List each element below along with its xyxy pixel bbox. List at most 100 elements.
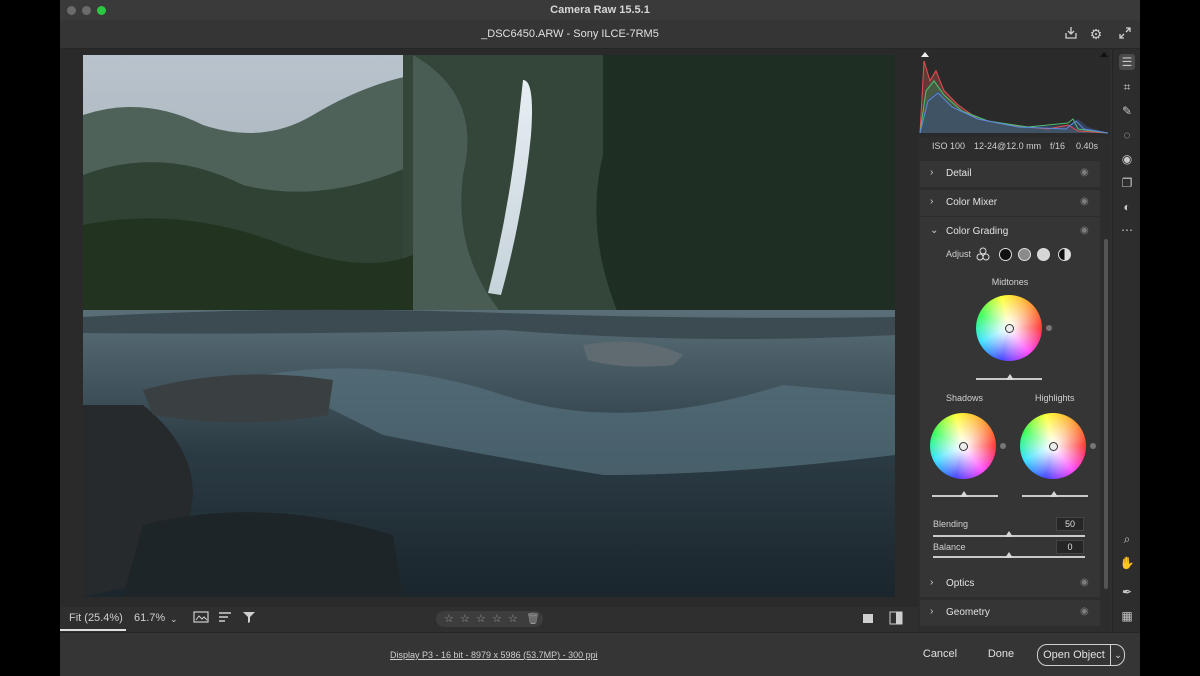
image-viewer[interactable] bbox=[60, 49, 918, 607]
grid-icon[interactable]: ▦ bbox=[1119, 608, 1135, 624]
gear-icon[interactable]: ⚙ bbox=[1088, 26, 1104, 42]
highlights-mode-icon[interactable] bbox=[1037, 248, 1050, 261]
zoom-fit-button[interactable]: Fit (25.4%) bbox=[69, 612, 123, 624]
shadows-luminance-thumb[interactable] bbox=[960, 491, 968, 497]
panel-geometry[interactable]: › Geometry ◉ bbox=[920, 600, 1100, 626]
panel-color-grading-label: Color Grading bbox=[946, 226, 1009, 237]
histogram bbox=[918, 49, 1110, 137]
blending-label: Blending bbox=[933, 519, 969, 529]
viewer-toolbar: Fit (25.4%) 61.7% ⌄ ☆ ☆ ☆ ☆ ☆ 🗑 bbox=[60, 607, 918, 632]
zoom-icon[interactable]: ⌕ bbox=[1119, 531, 1135, 547]
panel-color-grading-header[interactable]: ⌄ Color Grading ◉ bbox=[920, 219, 1100, 245]
blending-value[interactable]: 50 bbox=[1056, 517, 1084, 531]
highlights-label: Highlights bbox=[1035, 393, 1075, 403]
crop-icon[interactable]: ⌗ bbox=[1119, 79, 1135, 95]
midtones-mode-icon[interactable] bbox=[1018, 248, 1031, 261]
eyedropper-icon[interactable]: ✒ bbox=[1119, 584, 1135, 600]
rating-stars[interactable]: ☆ ☆ ☆ ☆ ☆ 🗑 bbox=[436, 611, 543, 627]
balance-thumb[interactable] bbox=[1005, 552, 1013, 558]
panel-geometry-label: Geometry bbox=[946, 607, 990, 618]
window-title: Camera Raw 15.5.1 bbox=[550, 4, 650, 16]
footer-bar: Display P3 - 16 bit - 8979 x 5986 (53.7M… bbox=[60, 632, 1140, 676]
global-mode-icon[interactable] bbox=[1058, 248, 1071, 261]
blending-thumb[interactable] bbox=[1005, 531, 1013, 537]
panel-scrollbar[interactable] bbox=[1104, 239, 1108, 589]
highlights-color-wheel[interactable] bbox=[1020, 413, 1086, 479]
title-bar: Camera Raw 15.5.1 bbox=[60, 0, 1140, 20]
shutter-value: 0.40s bbox=[1076, 141, 1099, 151]
balance-label: Balance bbox=[933, 542, 966, 552]
edit-sliders-icon[interactable]: ☰ bbox=[1119, 54, 1135, 70]
shadows-hue-dot[interactable] bbox=[1000, 443, 1006, 449]
three-way-icon[interactable] bbox=[976, 247, 990, 264]
zoom-fit-underline bbox=[60, 629, 126, 631]
panel-detail-label: Detail bbox=[946, 168, 972, 179]
eye-icon[interactable]: ◉ bbox=[1080, 577, 1089, 588]
eye-icon[interactable]: ◉ bbox=[1080, 606, 1089, 617]
color-grading-panel: ⌄ Color Grading ◉ Adjust Midtones Shadow… bbox=[920, 217, 1100, 572]
chevron-right-icon: › bbox=[930, 167, 934, 178]
midtones-color-wheel[interactable] bbox=[976, 295, 1042, 361]
shadows-color-wheel[interactable] bbox=[930, 413, 996, 479]
chevron-down-icon[interactable]: ⌄ bbox=[170, 614, 178, 625]
masking-icon[interactable]: ◌ bbox=[1119, 127, 1135, 143]
panel-optics[interactable]: › Optics ◉ bbox=[920, 571, 1100, 597]
star-icon[interactable]: ☆ bbox=[492, 612, 502, 625]
eye-icon[interactable]: ◉ bbox=[1080, 225, 1089, 236]
midtones-label: Midtones bbox=[991, 277, 1029, 287]
eye-icon[interactable]: ◉ bbox=[1080, 167, 1089, 178]
star-icon[interactable]: ☆ bbox=[444, 612, 454, 625]
compare-view-icon[interactable] bbox=[889, 611, 903, 628]
filter-icon[interactable] bbox=[242, 610, 256, 627]
done-button[interactable]: Done bbox=[978, 644, 1024, 664]
tool-strip: ☰ ⌗ ✎ ◌ ◉ ❐ ◐ ⋯ ⌕ ✋ ✒ ▦ bbox=[1112, 49, 1140, 632]
shadows-label: Shadows bbox=[946, 393, 984, 403]
highlights-hue-dot[interactable] bbox=[1090, 443, 1096, 449]
zoom-level-button[interactable]: 61.7% bbox=[134, 612, 165, 624]
cancel-button[interactable]: Cancel bbox=[916, 644, 964, 664]
hand-icon[interactable]: ✋ bbox=[1119, 555, 1135, 571]
presets-icon[interactable]: ◐ bbox=[1119, 199, 1135, 215]
adjust-label: Adjust bbox=[946, 249, 972, 259]
chevron-down-icon[interactable]: ⌄ bbox=[1110, 645, 1125, 665]
eye-icon[interactable]: ◉ bbox=[1080, 196, 1089, 207]
star-icon[interactable]: ☆ bbox=[460, 612, 470, 625]
star-icon[interactable]: ☆ bbox=[508, 612, 518, 625]
sort-icon[interactable] bbox=[218, 610, 232, 627]
aperture-value: f/16 bbox=[1050, 141, 1066, 151]
filmstrip-icon[interactable] bbox=[193, 610, 209, 627]
lens-value: 12-24@12.0 mm bbox=[974, 141, 1042, 151]
edit-panel: ISO 100 12-24@12.0 mm f/16 0.40s › Detai… bbox=[918, 49, 1110, 632]
workflow-options-link[interactable]: Display P3 - 16 bit - 8979 x 5986 (53.7M… bbox=[390, 650, 598, 660]
midtones-wheel-handle[interactable] bbox=[1005, 324, 1014, 333]
chevron-right-icon: › bbox=[930, 577, 934, 588]
highlights-luminance-thumb[interactable] bbox=[1050, 491, 1058, 497]
fullscreen-icon[interactable] bbox=[1117, 26, 1133, 42]
file-info-bar: _DSC6450.ARW - Sony ILCE-7RM5 ⚙ bbox=[60, 20, 1140, 49]
open-object-button[interactable]: Open Object ⌄ bbox=[1037, 644, 1125, 666]
balance-value[interactable]: 0 bbox=[1056, 540, 1084, 554]
midtones-luminance-thumb[interactable] bbox=[1006, 374, 1014, 380]
panel-color-mixer-label: Color Mixer bbox=[946, 197, 998, 208]
red-eye-icon[interactable]: ◉ bbox=[1119, 151, 1135, 167]
preview-photo[interactable] bbox=[83, 55, 895, 597]
trash-icon[interactable]: 🗑 bbox=[526, 612, 540, 625]
camera-info-row: ISO 100 12-24@12.0 mm f/16 0.40s bbox=[918, 139, 1110, 153]
highlights-wheel-handle[interactable] bbox=[1049, 442, 1058, 451]
snapshots-icon[interactable]: ❐ bbox=[1119, 175, 1135, 191]
healing-brush-icon[interactable]: ✎ bbox=[1119, 103, 1135, 119]
chevron-right-icon: › bbox=[930, 196, 934, 207]
shadows-mode-icon[interactable] bbox=[999, 248, 1012, 261]
panel-detail[interactable]: › Detail ◉ bbox=[920, 161, 1100, 187]
shadows-wheel-handle[interactable] bbox=[959, 442, 968, 451]
panel-color-mixer[interactable]: › Color Mixer ◉ bbox=[920, 190, 1100, 216]
save-image-icon[interactable] bbox=[1063, 26, 1079, 42]
camera-raw-window: Camera Raw 15.5.1 _DSC6450.ARW - Sony IL… bbox=[60, 0, 1140, 676]
iso-value: ISO 100 bbox=[932, 141, 966, 151]
midtones-hue-dot[interactable] bbox=[1046, 325, 1052, 331]
more-icon[interactable]: ⋯ bbox=[1119, 222, 1135, 238]
single-view-icon[interactable] bbox=[862, 612, 874, 627]
file-name: _DSC6450.ARW - Sony ILCE-7RM5 bbox=[481, 28, 659, 40]
star-icon[interactable]: ☆ bbox=[476, 612, 486, 625]
chevron-down-icon: ⌄ bbox=[930, 225, 939, 236]
